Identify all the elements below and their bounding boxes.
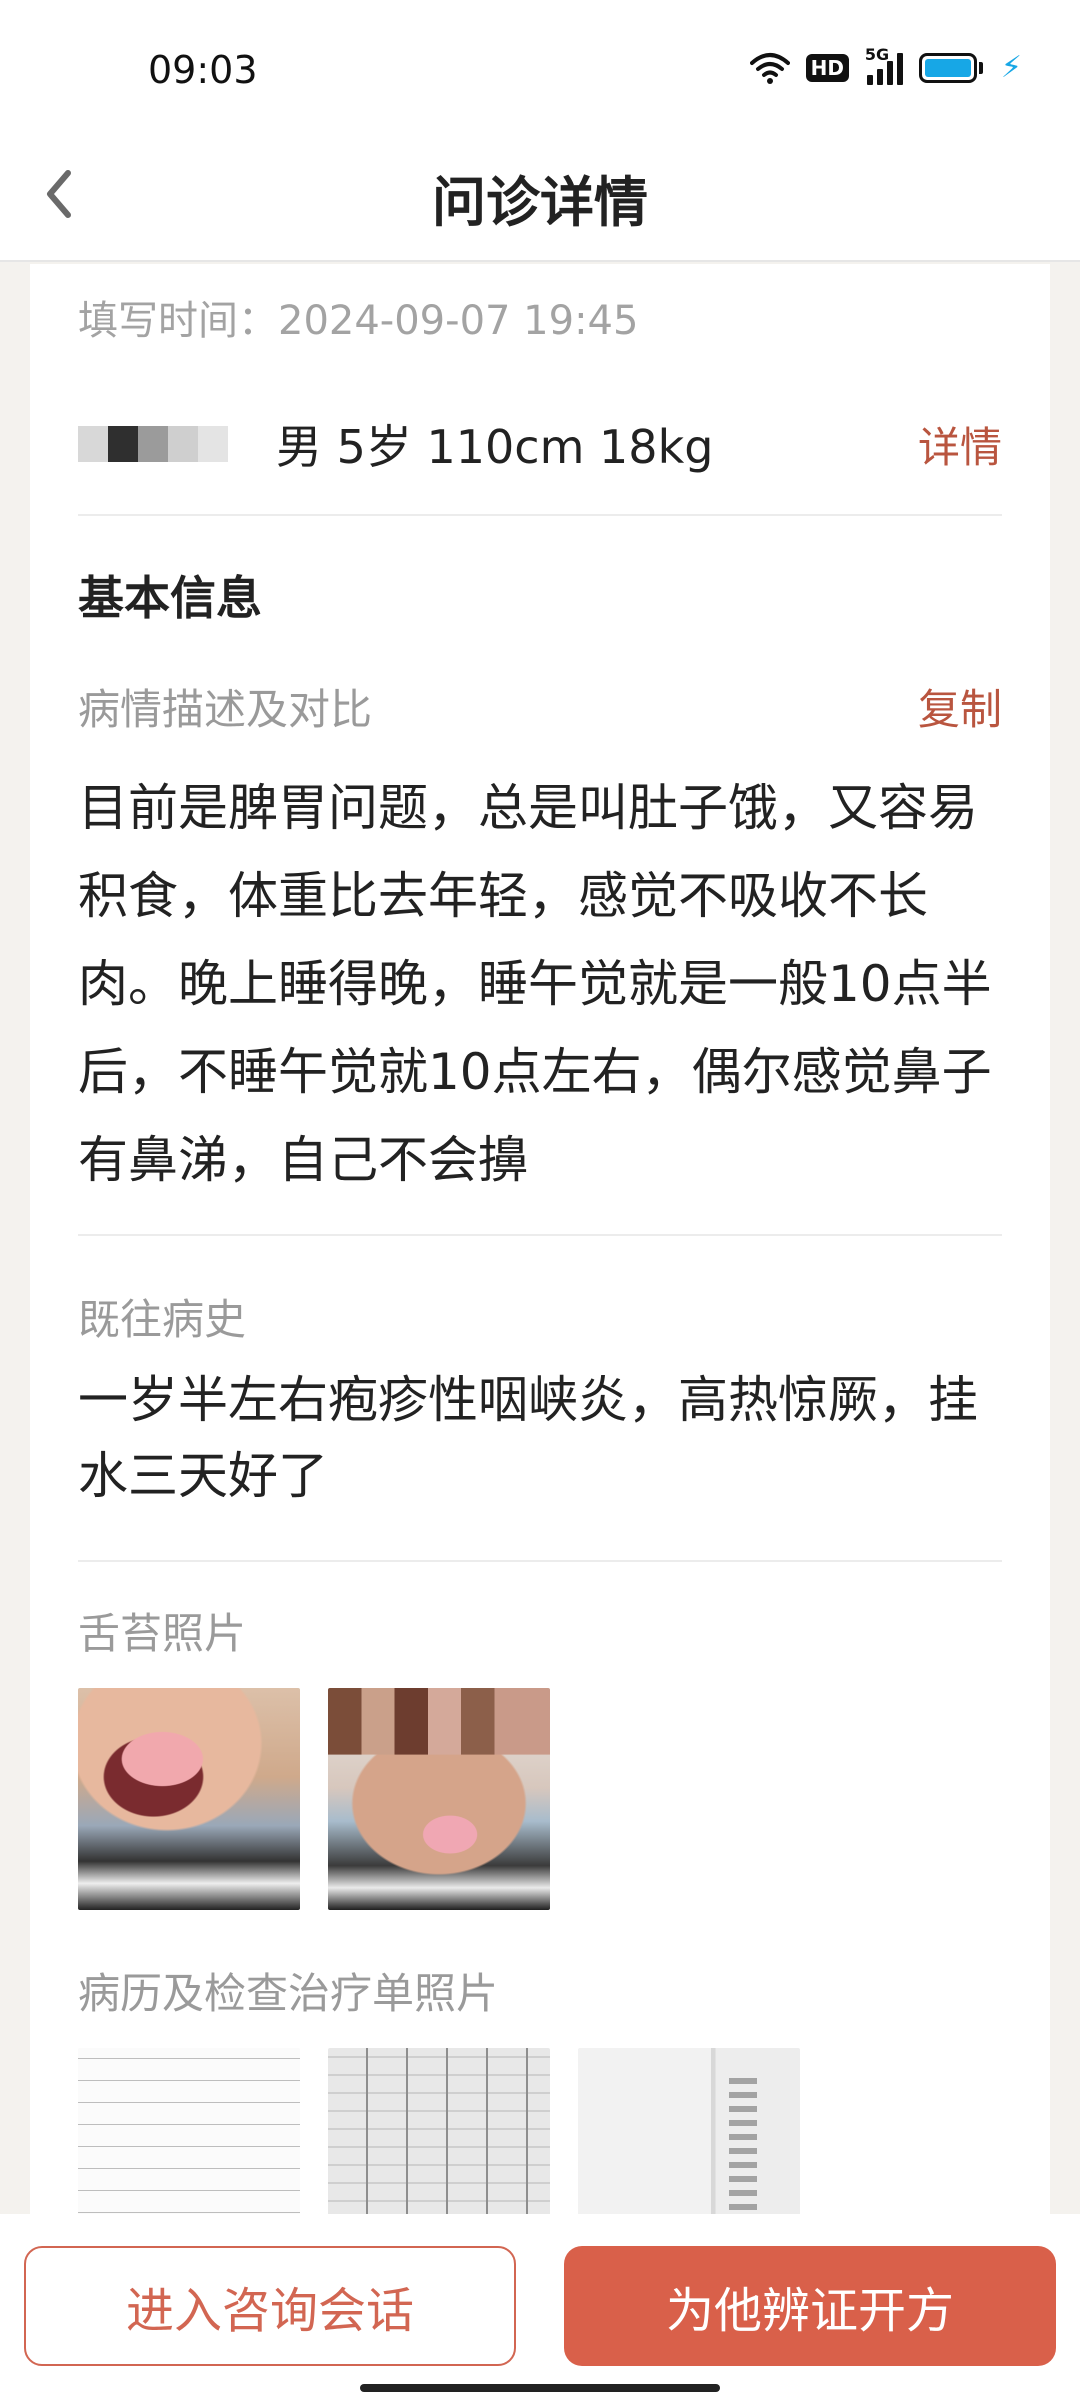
bottom-action-bar: 进入咨询会话 为他辨证开方 [0, 2214, 1080, 2400]
patient-info: 男 5岁 110cm 18kg [276, 420, 714, 474]
fill-time: 填写时间：2024-09-07 19:45 [78, 288, 638, 346]
copy-button[interactable]: 复制 [918, 676, 1002, 737]
prescribe-button[interactable]: 为他辨证开方 [564, 2246, 1056, 2366]
condition-label: 病情描述及对比 [78, 685, 373, 734]
signal-icon: 5G [865, 45, 903, 85]
tongue-photo[interactable] [328, 1688, 550, 1910]
divider [78, 1560, 1002, 1562]
history-label: 既往病史 [78, 1295, 247, 1344]
enter-consultation-button[interactable]: 进入咨询会话 [24, 2246, 516, 2366]
wifi-icon [749, 51, 790, 85]
records-photos-label: 病历及检查治疗单照片 [78, 1969, 499, 2018]
record-photo[interactable] [78, 2048, 300, 2214]
record-photo[interactable] [328, 2048, 550, 2214]
divider [78, 514, 1002, 516]
history-text: 一岁半左右疱疹性咽峡炎，高热惊厥，挂水三天好了 [78, 1371, 978, 1505]
tongue-photos-label: 舌苔照片 [78, 1609, 247, 1658]
record-photos [78, 2048, 800, 2214]
fill-time-value: 2024-09-07 19:45 [278, 298, 639, 344]
home-indicator[interactable] [360, 2384, 720, 2392]
fill-time-label: 填写时间： [78, 298, 278, 344]
record-photo[interactable] [578, 2048, 800, 2214]
battery-icon [918, 52, 983, 83]
consultation-card: 填写时间：2024-09-07 19:45 男 5岁 110cm 18kg 详情… [30, 264, 1050, 2214]
network-type: 5G [864, 44, 890, 64]
hd-icon: HD [805, 53, 849, 82]
status-icons: HD 5G ⚡ [749, 45, 1022, 85]
basic-info-title: 基本信息 [78, 571, 262, 625]
app-header: 问诊详情 [0, 140, 1080, 262]
tongue-photos [78, 1688, 550, 1910]
condition-text: 目前是脾胃问题，总是叫肚子饿，又容易积食，体重比去年轻，感觉不吸收不长肉。晚上睡… [78, 779, 992, 1189]
page-title: 问诊详情 [432, 171, 648, 234]
patient-detail-link[interactable]: 详情 [918, 414, 1002, 475]
charging-icon: ⚡ [1000, 50, 1022, 85]
patient-row: 男 5岁 110cm 18kg 详情 [78, 394, 1002, 494]
tongue-photo[interactable] [78, 1688, 300, 1910]
status-time: 09:03 [148, 48, 258, 92]
status-bar: 09:03 HD 5G ⚡ [0, 0, 1080, 140]
patient-name-blurred [78, 426, 228, 462]
divider [78, 1234, 1002, 1236]
